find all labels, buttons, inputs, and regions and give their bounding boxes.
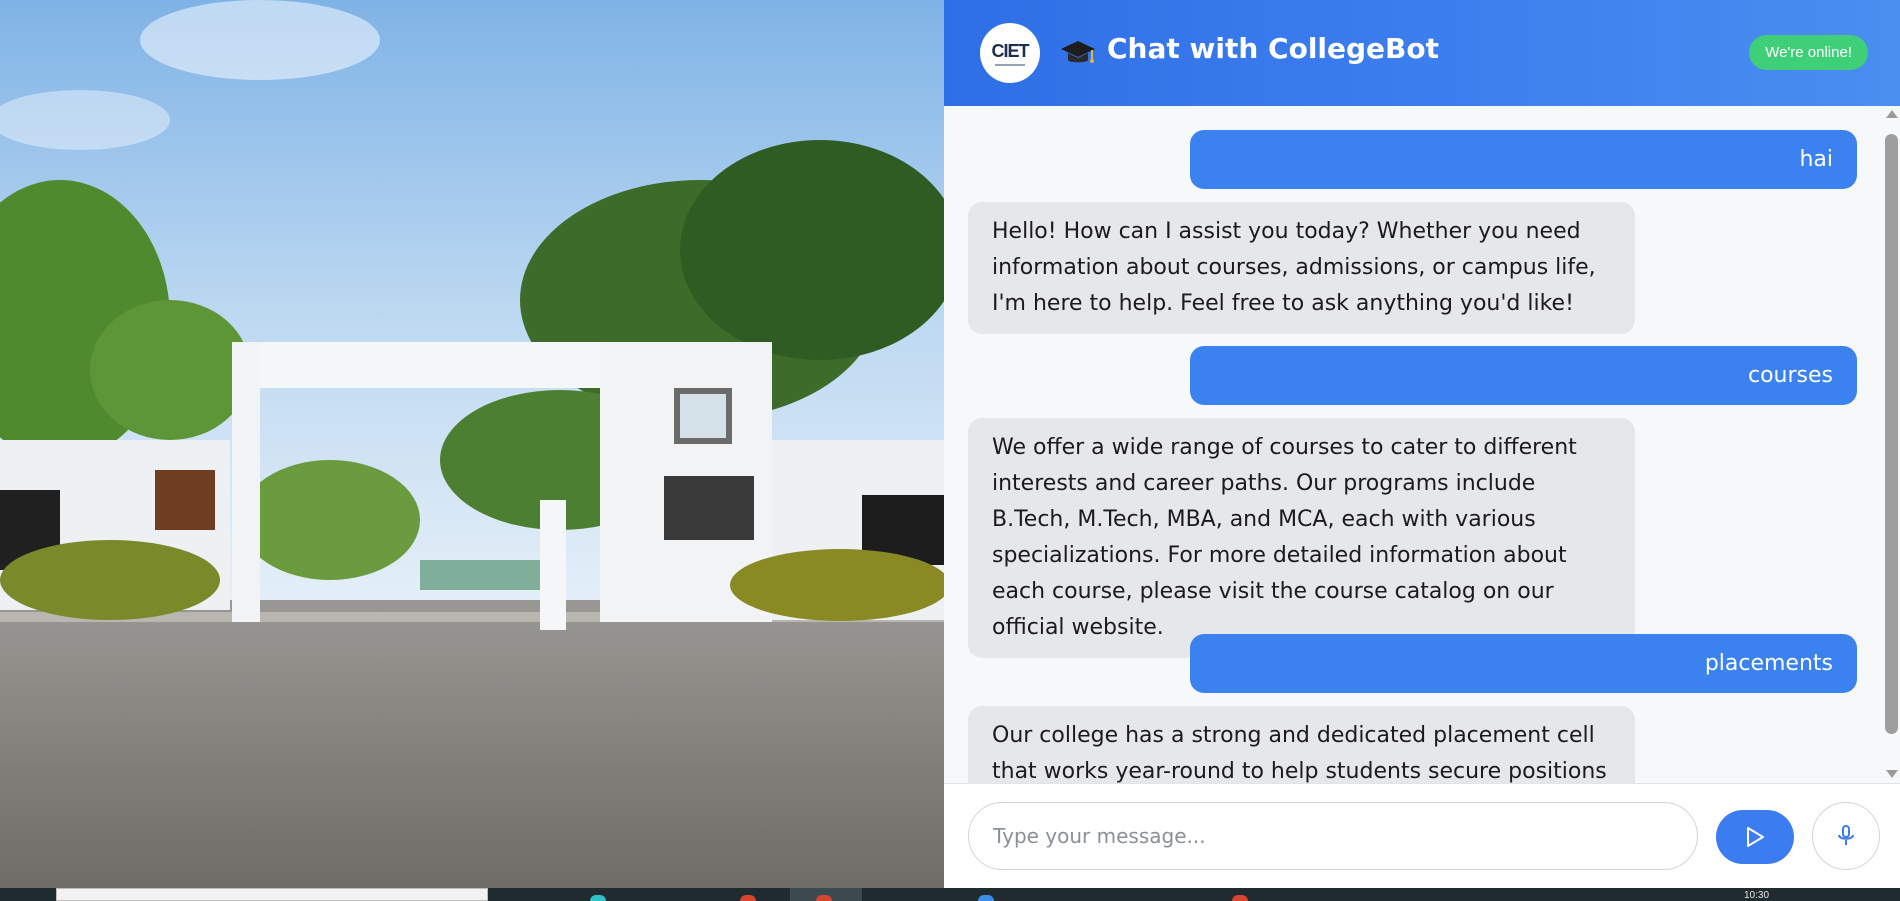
taskbar-app-icon [816,895,832,901]
os-taskbar: 10:30 [0,888,1900,901]
logo-text: CIET [991,40,1029,61]
taskbar-active-app[interactable] [790,888,862,901]
chat-title: Chat with CollegeBot [1107,32,1440,65]
message-composer [944,783,1900,888]
chat-panel: CIET Chat with CollegeBot We're online! … [944,0,1900,888]
scroll-thumb[interactable] [1885,134,1898,734]
campus-scene-illustration [0,0,944,888]
message-list: hai Hello! How can I assist you today? W… [944,106,1900,783]
college-logo: CIET [980,23,1040,83]
logo-underline [995,63,1025,66]
campus-gate-image [0,0,944,888]
taskbar-app-icon[interactable] [590,895,606,901]
send-play-icon [1747,827,1764,847]
message-input[interactable] [968,802,1698,870]
user-message: placements [1190,634,1857,693]
user-message: courses [1190,346,1857,405]
online-status-badge: We're online! [1749,35,1868,70]
taskbar-window-preview[interactable] [56,888,488,901]
user-message: hai [1190,130,1857,189]
bot-message: Our college has a strong and dedicated p… [968,706,1635,783]
microphone-icon [1838,825,1854,845]
chat-header: CIET Chat with CollegeBot We're online! [944,0,1900,106]
scroll-down-arrow-icon[interactable] [1886,770,1898,778]
bot-message: We offer a wide range of courses to cate… [968,418,1635,658]
graduation-cap-icon [1061,41,1095,63]
message-scrollbar[interactable] [1882,110,1900,778]
taskbar-app-icon[interactable] [978,895,994,901]
bot-message: Hello! How can I assist you today? Wheth… [968,202,1635,334]
microphone-button[interactable] [1812,802,1880,870]
taskbar-clock[interactable]: 10:30 [1744,890,1769,901]
taskbar-app-icon[interactable] [1232,895,1248,901]
taskbar-app-icon[interactable] [740,895,756,901]
scroll-up-arrow-icon[interactable] [1886,110,1898,118]
send-button[interactable] [1716,810,1794,864]
